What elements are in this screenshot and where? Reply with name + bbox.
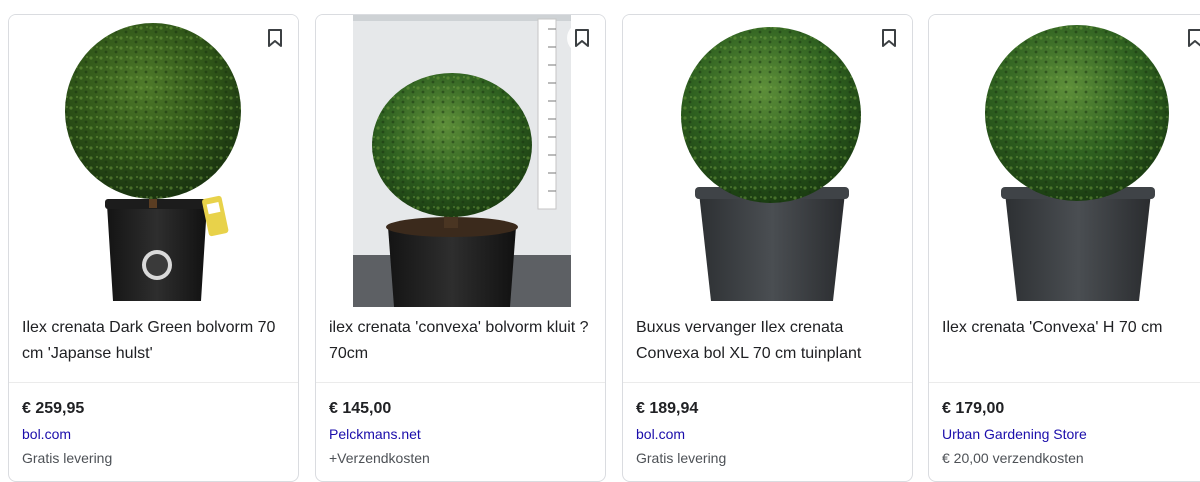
product-image[interactable] bbox=[316, 15, 605, 307]
merchant-name[interactable]: Pelckmans.net bbox=[329, 426, 421, 442]
product-image[interactable] bbox=[623, 15, 912, 307]
merchant-name[interactable]: bol.com bbox=[22, 426, 71, 442]
product-title[interactable]: Buxus vervanger Ilex crenata Convexa bol… bbox=[636, 315, 902, 367]
merchant-name[interactable]: bol.com bbox=[636, 426, 685, 442]
product-card[interactable]: Buxus vervanger Ilex crenata Convexa bol… bbox=[622, 14, 913, 482]
divider bbox=[623, 382, 912, 383]
shipping-info: € 20,00 verzendkosten bbox=[942, 450, 1084, 466]
product-price: € 189,94 bbox=[636, 400, 699, 417]
product-price: € 259,95 bbox=[22, 400, 85, 417]
bookmark-icon bbox=[882, 29, 896, 47]
product-title[interactable]: Ilex crenata Dark Green bolvorm 70 cm 'J… bbox=[22, 315, 288, 367]
shipping-info: +Verzendkosten bbox=[329, 450, 430, 466]
bookmark-icon bbox=[1188, 29, 1200, 47]
divider bbox=[316, 382, 605, 383]
divider bbox=[9, 382, 298, 383]
bookmark-icon bbox=[268, 29, 282, 47]
product-image[interactable] bbox=[929, 15, 1200, 307]
product-title[interactable]: ilex crenata 'convexa' bolvorm kluit ?70… bbox=[329, 315, 595, 367]
bookmark-icon bbox=[575, 29, 589, 47]
product-title[interactable]: Ilex crenata 'Convexa' H 70 cm bbox=[942, 315, 1200, 341]
product-card[interactable]: Ilex crenata 'Convexa' H 70 cm € 179,00 … bbox=[928, 14, 1200, 482]
save-button[interactable] bbox=[567, 23, 597, 53]
shipping-info: Gratis levering bbox=[636, 450, 727, 466]
shipping-info: Gratis levering bbox=[22, 450, 113, 466]
product-price: € 179,00 bbox=[942, 400, 1005, 417]
product-card[interactable]: Ilex crenata Dark Green bolvorm 70 cm 'J… bbox=[8, 14, 299, 482]
product-price: € 145,00 bbox=[329, 400, 392, 417]
merchant-name[interactable]: Urban Gardening Store bbox=[942, 426, 1087, 442]
product-image[interactable] bbox=[9, 15, 298, 307]
divider bbox=[929, 382, 1200, 383]
product-card[interactable]: ilex crenata 'convexa' bolvorm kluit ?70… bbox=[315, 14, 606, 482]
save-button[interactable] bbox=[260, 23, 290, 53]
save-button[interactable] bbox=[874, 23, 904, 53]
